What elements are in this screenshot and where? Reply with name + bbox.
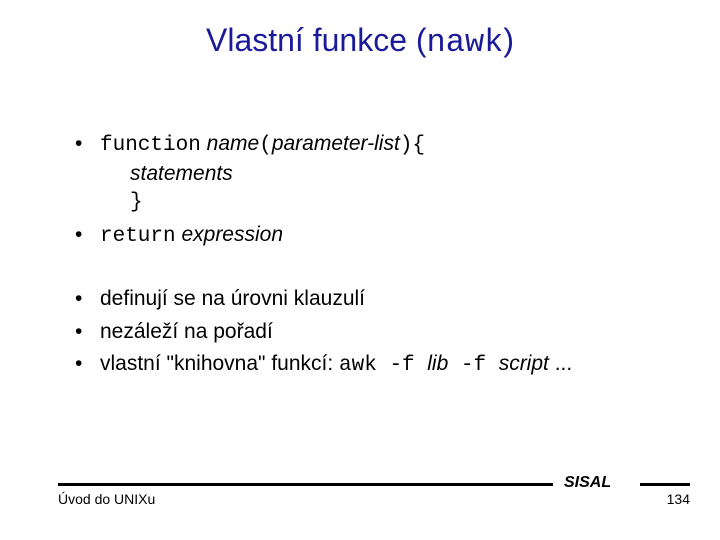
code-fragment: awk -f [339,354,427,377]
text: definují se na úrovni klauzulí [100,287,365,310]
list-item: vlastní "knihovna" funkcí: awk -f lib -f… [70,350,675,380]
bullet-list-2: definují se na úrovni klauzulí nezáleží … [70,285,675,380]
param-list: parameter-list [272,132,400,155]
footer-brand: SISAL [558,474,617,492]
keyword-function: function [100,134,201,157]
rparen-brace: ){ [400,134,425,157]
text: nezáleží na pořadí [100,320,273,343]
code-fragment: -f [448,354,498,377]
lparen: ( [259,134,272,157]
arg-lib: lib [427,352,448,375]
spacer [70,255,675,285]
list-item: return expression [70,221,675,251]
func-name: name [201,132,259,155]
footer: SISAL Úvod do UNIXu 134 [58,475,690,515]
divider [640,483,690,486]
text-pre: vlastní "knihovna" funkcí: [100,352,339,375]
title-mono: nawk [427,24,504,61]
arg-script: script [499,352,549,375]
statements: statements [100,160,675,188]
list-item: nezáleží na pořadí [70,318,675,346]
divider [58,483,553,486]
list-item: definují se na úrovni klauzulí [70,285,675,313]
page-number: 134 [667,491,690,507]
title-post: ) [503,22,514,58]
footer-left: Úvod do UNIXu [58,491,155,507]
title-pre: Vlastní funkce ( [206,22,427,58]
bullet-list: function name(parameter-list){ statement… [70,130,675,251]
close-brace: } [100,189,675,217]
keyword-return: return [100,225,176,248]
slide: Vlastní funkce (nawk) function name(para… [0,0,720,540]
slide-body: function name(parameter-list){ statement… [70,130,675,384]
return-expr: expression [176,223,283,246]
text-post: ... [549,352,572,375]
page-title: Vlastní funkce (nawk) [0,22,720,61]
list-item: function name(parameter-list){ statement… [70,130,675,217]
